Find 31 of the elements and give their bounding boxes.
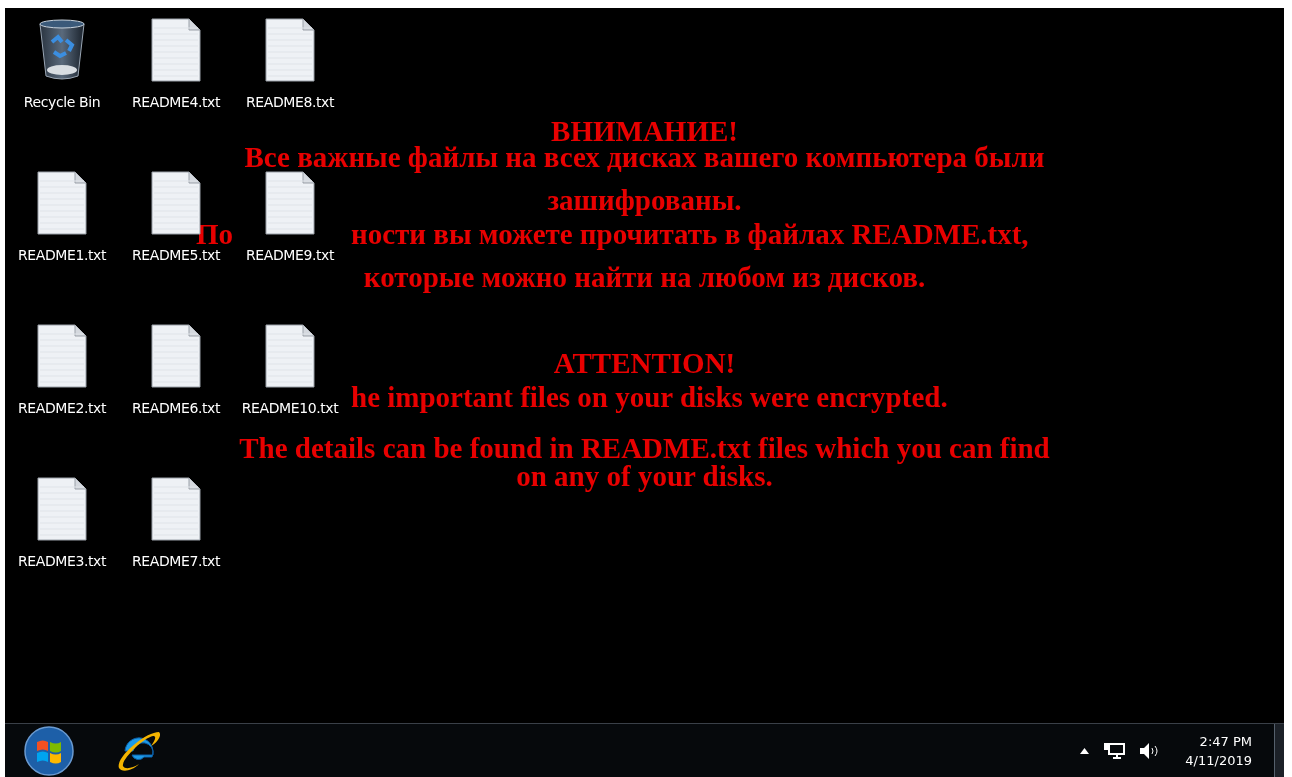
desktop-icon-label[interactable]: README7.txt [131, 553, 221, 570]
trash-can-icon [36, 18, 88, 82]
desktop-icon-label[interactable]: Recycle Bin [23, 94, 101, 111]
network-tray-button[interactable] [1103, 741, 1126, 760]
network-monitor-icon [1103, 741, 1126, 760]
start-orb-icon [24, 725, 74, 776]
desktop-icon-label[interactable]: README4.txt [131, 94, 221, 111]
document-icon [265, 18, 315, 82]
document-icon [37, 171, 87, 235]
warning-text: По [195, 221, 233, 247]
show-desktop-button[interactable] [1274, 724, 1284, 777]
document-icon [151, 18, 201, 82]
desktop-icon-label[interactable]: README6.txt [131, 400, 221, 417]
document-icon [265, 171, 315, 235]
document-icon [265, 324, 315, 388]
desktop-icon-label[interactable]: README5.txt [131, 247, 221, 264]
desktop-icon-label[interactable]: README3.txt [17, 553, 107, 570]
desktop-icon-label[interactable]: README10.txt [241, 400, 339, 417]
caret-up-icon [1080, 747, 1090, 754]
desktop-icon-label[interactable]: README2.txt [17, 400, 107, 417]
warning-heading: ВНИМАНИЕ! [551, 118, 738, 144]
document-icon [151, 324, 201, 388]
desktop-icon-label[interactable]: README1.txt [17, 247, 107, 264]
document-icon [37, 477, 87, 541]
show-hidden-icons-button[interactable] [1080, 747, 1090, 754]
document-icon [151, 477, 201, 541]
clock-button[interactable]: 2:47 PM 4/11/2019 [1175, 733, 1260, 768]
warning-heading: ATTENTION! [553, 350, 736, 376]
desktop-icon-label[interactable]: README8.txt [245, 94, 335, 111]
desktop-icon-label[interactable]: README9.txt [245, 247, 335, 264]
document-icon [37, 324, 87, 388]
